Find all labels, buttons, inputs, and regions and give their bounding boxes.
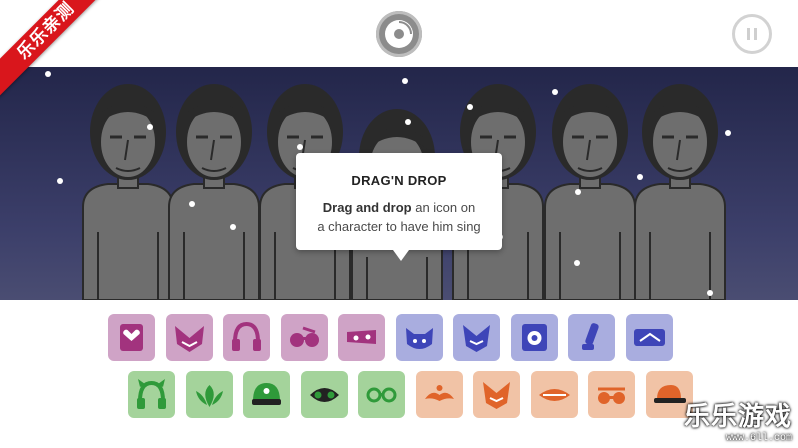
pause-icon bbox=[747, 28, 757, 40]
snowflake bbox=[230, 224, 236, 230]
snowflake bbox=[405, 119, 411, 125]
snowflake bbox=[402, 78, 408, 84]
green-mask-icon[interactable] bbox=[300, 371, 348, 418]
orange-fox-mask-icon[interactable] bbox=[473, 371, 520, 418]
blue-microphone-icon[interactable] bbox=[568, 314, 615, 361]
snowflake bbox=[552, 89, 558, 95]
icon-tray bbox=[0, 300, 798, 448]
character[interactable] bbox=[82, 84, 174, 300]
snowflake bbox=[189, 201, 195, 207]
blue-fox-mask-icon[interactable] bbox=[453, 314, 500, 361]
green-leaf-icon[interactable] bbox=[185, 371, 233, 418]
orange-mustache-icon[interactable] bbox=[415, 371, 463, 418]
pause-button[interactable] bbox=[732, 14, 772, 54]
snowflake bbox=[707, 290, 713, 296]
watermark: 乐乐游戏 www.6ll.com bbox=[684, 396, 792, 444]
orange-lips-icon[interactable] bbox=[530, 371, 578, 418]
snowflake bbox=[725, 130, 731, 136]
tooltip-body-line2: a character to have him sing bbox=[317, 219, 481, 234]
blue-speaker-box-icon[interactable] bbox=[510, 314, 558, 361]
green-goggles-icon[interactable] bbox=[358, 371, 405, 418]
orange-glasses-icon[interactable] bbox=[588, 371, 635, 418]
tooltip-body: Drag and drop an icon on a character to … bbox=[296, 198, 502, 236]
vinyl-record-icon bbox=[385, 20, 413, 48]
snowflake bbox=[297, 144, 303, 150]
snowflake bbox=[467, 104, 473, 110]
watermark-title: 乐乐游戏 bbox=[683, 401, 792, 431]
drag-drop-tooltip: DRAG'N DROP Drag and drop an icon on a c… bbox=[296, 153, 502, 261]
snowflake bbox=[637, 174, 643, 180]
pink-sunglasses-icon[interactable] bbox=[280, 314, 328, 361]
tooltip-title: DRAG'N DROP bbox=[351, 173, 447, 188]
snowflake bbox=[45, 71, 51, 77]
watermark-url: www.6ll.com bbox=[725, 433, 792, 444]
blue-visor-icon[interactable] bbox=[625, 314, 673, 361]
blue-cat-ears-icon[interactable] bbox=[395, 314, 443, 361]
pink-square-heart-icon[interactable] bbox=[108, 314, 155, 361]
character[interactable] bbox=[634, 84, 726, 300]
tooltip-body-rest: an icon on bbox=[411, 200, 476, 215]
pink-fox-mask-icon[interactable] bbox=[165, 314, 213, 361]
stage: DRAG'N DROP Drag and drop an icon on a c… bbox=[0, 67, 798, 300]
snowflake bbox=[575, 189, 581, 195]
character[interactable] bbox=[168, 84, 260, 300]
snowflake bbox=[574, 260, 580, 266]
tooltip-body-bold: Drag and drop bbox=[322, 200, 412, 215]
green-horned-headphones-icon[interactable] bbox=[128, 371, 175, 418]
pink-blindfold-icon[interactable] bbox=[338, 314, 385, 361]
character[interactable] bbox=[544, 84, 636, 300]
snowflake bbox=[57, 178, 63, 184]
vinyl-record-button[interactable] bbox=[376, 11, 422, 57]
pink-headphones-icon[interactable] bbox=[223, 314, 270, 361]
green-helmet-icon[interactable] bbox=[243, 371, 290, 418]
snowflake bbox=[147, 124, 153, 130]
top-bar: 乐乐亲测 bbox=[0, 0, 798, 97]
